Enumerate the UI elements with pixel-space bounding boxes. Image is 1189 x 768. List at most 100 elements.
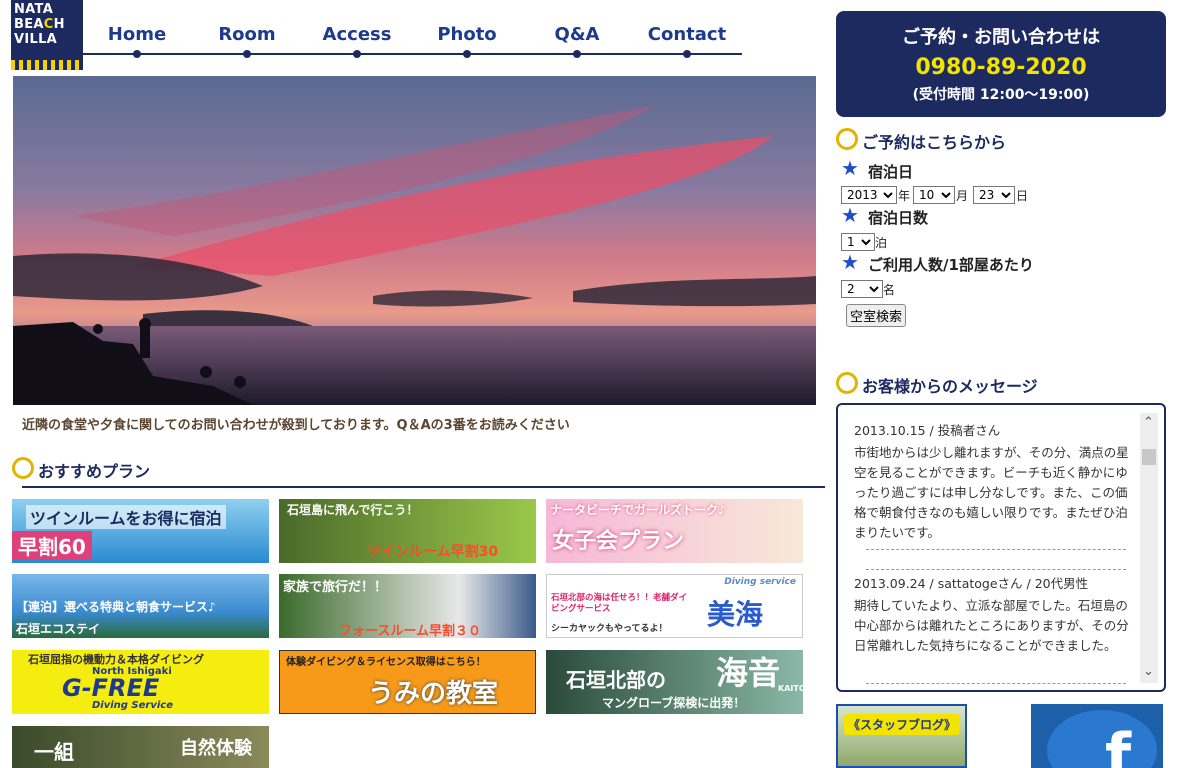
banner-subtext: うみの教室 xyxy=(368,679,499,709)
scroll-up-icon[interactable]: ⌃ xyxy=(1143,415,1154,430)
moon-icon xyxy=(836,128,858,150)
vacancy-search-button[interactable]: 空室検索 xyxy=(846,304,907,327)
month-select[interactable]: 10 xyxy=(913,186,956,204)
nights-unit: 泊 xyxy=(875,235,888,250)
banner-subtext: 女子会プラン xyxy=(552,529,685,554)
year-select[interactable]: 2013 xyxy=(841,186,897,204)
notice-text: 近隣の食堂や夕食に関してのお問い合わせが殺到しております。Q＆Aの3番をお読みく… xyxy=(22,418,570,433)
banner-subtext: G-FREE xyxy=(62,674,160,702)
nav-contact[interactable]: Contact xyxy=(632,24,742,45)
year-unit: 年 xyxy=(898,188,911,203)
plan-banner-churami[interactable]: Diving service 石垣北部の海は任せろ！！老舗ダイビングサービス シ… xyxy=(546,574,803,638)
message-meta: 2013.09.24 / sattatogeさん / 20代男性 xyxy=(854,576,1089,591)
plan-banner-umi-kyoshitsu[interactable]: 体験ダイビング＆ライセンス取得はこちら！ うみの教室 xyxy=(279,650,536,714)
staff-blog-banner[interactable]: 《スタッフブログ》 xyxy=(836,704,967,768)
plan-banner-kaito[interactable]: 石垣北部の 海音 KAITO マングローブ探検に出発！ xyxy=(546,650,803,714)
banner-tag: KAITO xyxy=(778,684,803,693)
message-divider xyxy=(866,569,1126,570)
banner-text: 【連泊】選べる特典と朝食サービス♪ xyxy=(16,600,216,614)
plan-banner-eco-stay[interactable]: 【連泊】選べる特典と朝食サービス♪ 石垣エコステイ xyxy=(12,574,269,638)
star-icon: ★ xyxy=(841,203,859,227)
banner-subtext: フォースルーム早割３０ xyxy=(339,624,481,638)
plan-banner-gfree[interactable]: 石垣屈指の機動力＆本格ダイビング North Ishigaki G-FREE D… xyxy=(12,650,269,714)
message-divider xyxy=(866,549,1126,550)
date-row: 2013 年 10 月 23 日 xyxy=(841,186,1028,204)
plan-banner-nature[interactable]: 一組 自然体験 xyxy=(12,726,269,768)
blog-label: 《スタッフブログ》 xyxy=(844,714,961,735)
plans-title: おすすめプラン xyxy=(38,462,151,481)
banner-text: 石垣北部の海は任せろ！！老舗ダイビングサービス xyxy=(551,593,688,614)
logo-line-2c: H xyxy=(53,17,65,32)
guests-label: ご利用人数/1部屋あたり xyxy=(868,256,1034,274)
nav-dot xyxy=(683,50,691,58)
site-logo[interactable]: NATA BEACH VILLA xyxy=(11,0,83,70)
plan-banner-family[interactable]: 家族で旅行だ！！ フォースルーム早割３０ xyxy=(279,574,536,638)
logo-stripe xyxy=(11,60,83,70)
guests-unit: 名 xyxy=(883,282,896,297)
banner-text: ナータビーチでガールズトーク♪ xyxy=(550,503,726,517)
banner-text: 石垣北部の xyxy=(566,668,666,692)
banner-subtext: 美海 xyxy=(707,598,764,631)
moon-icon xyxy=(836,372,858,394)
nav-dot xyxy=(573,50,581,58)
message-divider xyxy=(866,683,1126,684)
nights-label: 宿泊日数 xyxy=(868,209,929,227)
message-item: 2013.10.15 / 投稿者さん 市街地からは少し離れますが、その分、満点の… xyxy=(854,421,1129,543)
message-body: 期待していたより、立派な部屋でした。石垣島の中心部からは離れたところにありますが… xyxy=(854,598,1129,653)
banner-extra: シーカヤックもやってるよ！ xyxy=(551,624,668,634)
contact-box: ご予約・お問い合わせは 0980-89-2020 (受付時間 12:00〜19:… xyxy=(836,11,1166,117)
blog-label-text: スタッフブログ xyxy=(860,718,945,732)
banner-subtext: 石垣エコステイ xyxy=(16,622,101,636)
scroll-thumb[interactable] xyxy=(1142,449,1156,465)
star-icon: ★ xyxy=(841,250,859,274)
banner-tag: Diving Service xyxy=(92,700,174,711)
month-unit: 月 xyxy=(956,188,969,203)
nav-room[interactable]: Room xyxy=(192,24,302,45)
contact-hours: (受付時間 12:00〜19:00) xyxy=(912,87,1090,103)
nav-home[interactable]: Home xyxy=(82,24,192,45)
banner-text: 体験ダイビング＆ライセンス取得はこちら！ xyxy=(286,657,486,668)
logo-line-3: VILLA xyxy=(14,32,58,47)
moon-icon xyxy=(12,457,34,479)
star-icon: ★ xyxy=(841,156,859,180)
nights-select[interactable]: 1 xyxy=(841,233,875,251)
nav-dot xyxy=(243,50,251,58)
banner-text: ツインルームをお得に宿泊 xyxy=(26,505,226,529)
banner-text: 石垣屈指の機動力＆本格ダイビング xyxy=(28,653,204,666)
plan-banner-early60[interactable]: ツインルームをお得に宿泊 早割60 xyxy=(12,499,269,563)
facebook-icon: f xyxy=(1105,721,1132,768)
logo-line-2: BEACH xyxy=(14,17,65,32)
banner-extra: マングローブ探検に出発！ xyxy=(602,696,746,710)
hero-sunset-photo xyxy=(13,76,816,405)
nav-dot xyxy=(353,50,361,58)
nav-dot xyxy=(133,50,141,58)
banner-text: 石垣島に飛んで行こう！ xyxy=(287,503,419,517)
plans-divider xyxy=(22,486,825,488)
scroll-down-icon[interactable]: ⌄ xyxy=(1143,664,1154,679)
nav-photo[interactable]: Photo xyxy=(412,24,522,45)
messages-scrollbar[interactable]: ⌃ ⌄ xyxy=(1140,413,1158,683)
message-meta: 2013.10.15 / 投稿者さん xyxy=(854,423,1001,438)
guests-select[interactable]: 2 xyxy=(841,280,883,298)
nights-row: 1 泊 xyxy=(841,233,887,251)
plan-banner-girls[interactable]: ナータビーチでガールズトーク♪ 女子会プラン xyxy=(546,499,803,563)
nav-access[interactable]: Access xyxy=(302,24,412,45)
day-select[interactable]: 23 xyxy=(973,186,1016,204)
messages-box[interactable]: 2013.10.15 / 投稿者さん 市街地からは少し離れますが、その分、満点の… xyxy=(836,403,1166,692)
nav-dot xyxy=(463,50,471,58)
contact-heading: ご予約・お問い合わせは xyxy=(902,27,1100,48)
banner-subtext: 早割60 xyxy=(12,531,92,560)
plan-banner-twin-early30[interactable]: 石垣島に飛んで行こう！ ツインルーム早割30 xyxy=(279,499,536,563)
day-unit: 日 xyxy=(1016,188,1029,203)
nav-line xyxy=(82,53,742,55)
facebook-banner[interactable]: f xyxy=(1031,704,1163,768)
logo-line-2b: C xyxy=(43,17,54,32)
facebook-circle xyxy=(1047,710,1157,768)
date-label: 宿泊日 xyxy=(868,163,914,181)
messages-title: お客様からのメッセージ xyxy=(862,377,1038,396)
nav-qa[interactable]: Q&A xyxy=(522,24,632,45)
contact-phone[interactable]: 0980-89-2020 xyxy=(836,55,1166,80)
logo-line-2a: BEA xyxy=(14,17,44,32)
booking-title: ご予約はこちらから xyxy=(862,133,1007,152)
message-body: 市街地からは少し離れますが、その分、満点の星空を見ることができます。ビーチも近く… xyxy=(854,445,1129,540)
